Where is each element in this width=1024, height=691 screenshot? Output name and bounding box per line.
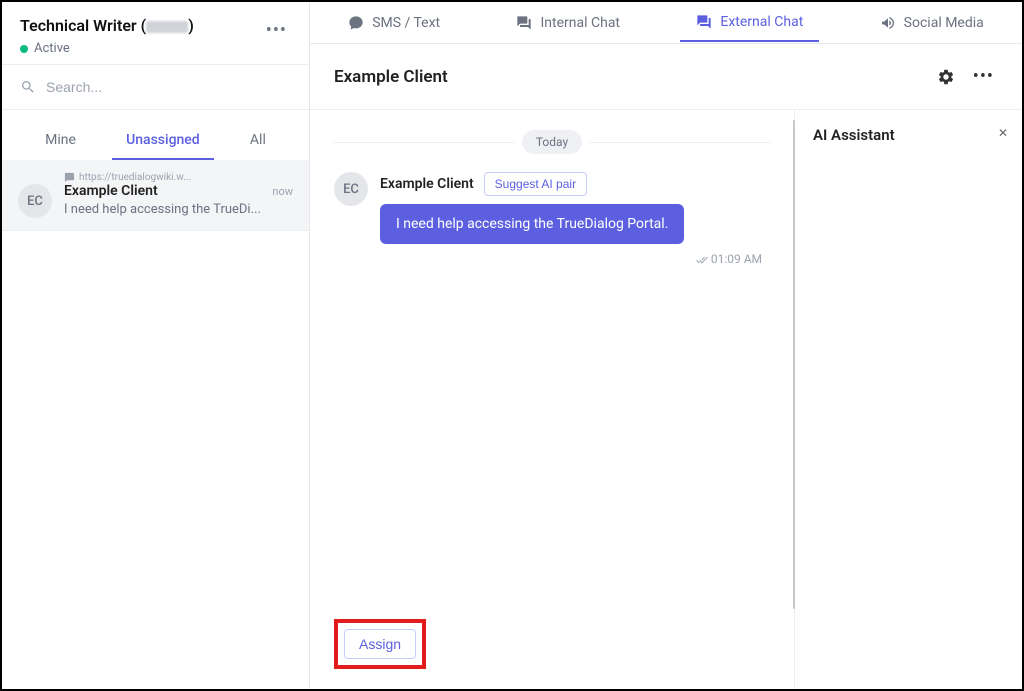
filter-tab-mine[interactable]: Mine [31,126,90,160]
tab-internal-chat-label: Internal Chat [540,15,620,31]
tab-external-chat-label: External Chat [720,14,803,30]
agent-name: Technical Writer () [20,16,194,35]
conversation-preview: I need help accessing the TrueDi... [64,202,293,217]
tab-social-media-label: Social Media [904,15,984,31]
conversation-more-button[interactable]: ••• [969,62,998,91]
conversation-title: Example Client [64,183,158,199]
filter-tabs: Mine Unassigned All [2,110,309,160]
suggest-ai-pair-button[interactable]: Suggest AI pair [484,172,587,196]
message-timestamp: 01:09 AM [380,252,770,266]
conversation-source-url: https://truedialogwiki.w... [79,172,191,183]
chat-area: Today EC Example Client Suggest AI pair … [310,110,794,689]
assign-button[interactable]: Assign [344,629,416,659]
message-avatar: EC [334,172,368,206]
assign-highlight-frame: Assign [334,619,426,669]
conversation-header: Example Client ••• [310,44,1022,110]
agent-name-prefix: Technical Writer ( [20,16,146,35]
ai-assistant-title: AI Assistant [813,126,1004,144]
sidebar-more-button[interactable]: ••• [262,16,291,45]
conversation-list: EC https://truedialogwiki.w... Example C… [2,160,309,689]
search-icon [20,79,36,95]
search-container [2,64,309,110]
redacted-name [146,21,188,33]
tab-social-media[interactable]: Social Media [864,5,1000,41]
conversation-item[interactable]: EC https://truedialogwiki.w... Example C… [2,160,309,231]
tab-external-chat[interactable]: External Chat [680,4,819,42]
agent-status: Active [34,41,70,56]
gear-icon[interactable] [937,68,955,86]
message-sender: Example Client [380,176,474,192]
message-row: EC Example Client Suggest AI pair I need… [334,172,770,266]
search-input[interactable] [46,79,291,95]
conversation-time: now [272,185,293,198]
internal-chat-icon [516,15,532,31]
filter-tab-unassigned[interactable]: Unassigned [112,126,214,160]
message-bubble: I need help accessing the TrueDialog Por… [380,204,684,244]
ai-panel-scrollbar[interactable] [793,120,795,609]
bullhorn-icon [880,15,896,31]
date-pill: Today [522,130,582,154]
tab-sms-label: SMS / Text [372,15,440,31]
status-dot-icon [20,45,28,53]
external-chat-icon [696,14,712,30]
channel-tabs: SMS / Text Internal Chat External Chat S… [310,2,1022,44]
check-icon [696,254,708,266]
sms-icon [348,15,364,31]
message-time-text: 01:09 AM [711,252,762,266]
tab-internal-chat[interactable]: Internal Chat [500,5,636,41]
sidebar-header: Technical Writer () Active ••• [2,2,309,64]
main-area: SMS / Text Internal Chat External Chat S… [310,2,1022,689]
chat-source-icon [64,172,75,183]
assign-row: Assign [334,611,770,677]
date-separator: Today [334,130,770,154]
filter-tab-all[interactable]: All [236,126,280,160]
conversation-client-name: Example Client [334,67,448,87]
ai-assistant-panel: AI Assistant ✕ [794,110,1022,689]
tab-sms[interactable]: SMS / Text [332,5,456,41]
ai-panel-close-button[interactable]: ✕ [998,126,1008,140]
agent-name-suffix: ) [188,16,194,35]
sidebar: Technical Writer () Active ••• Mine Unas… [2,2,310,689]
avatar: EC [18,184,52,218]
